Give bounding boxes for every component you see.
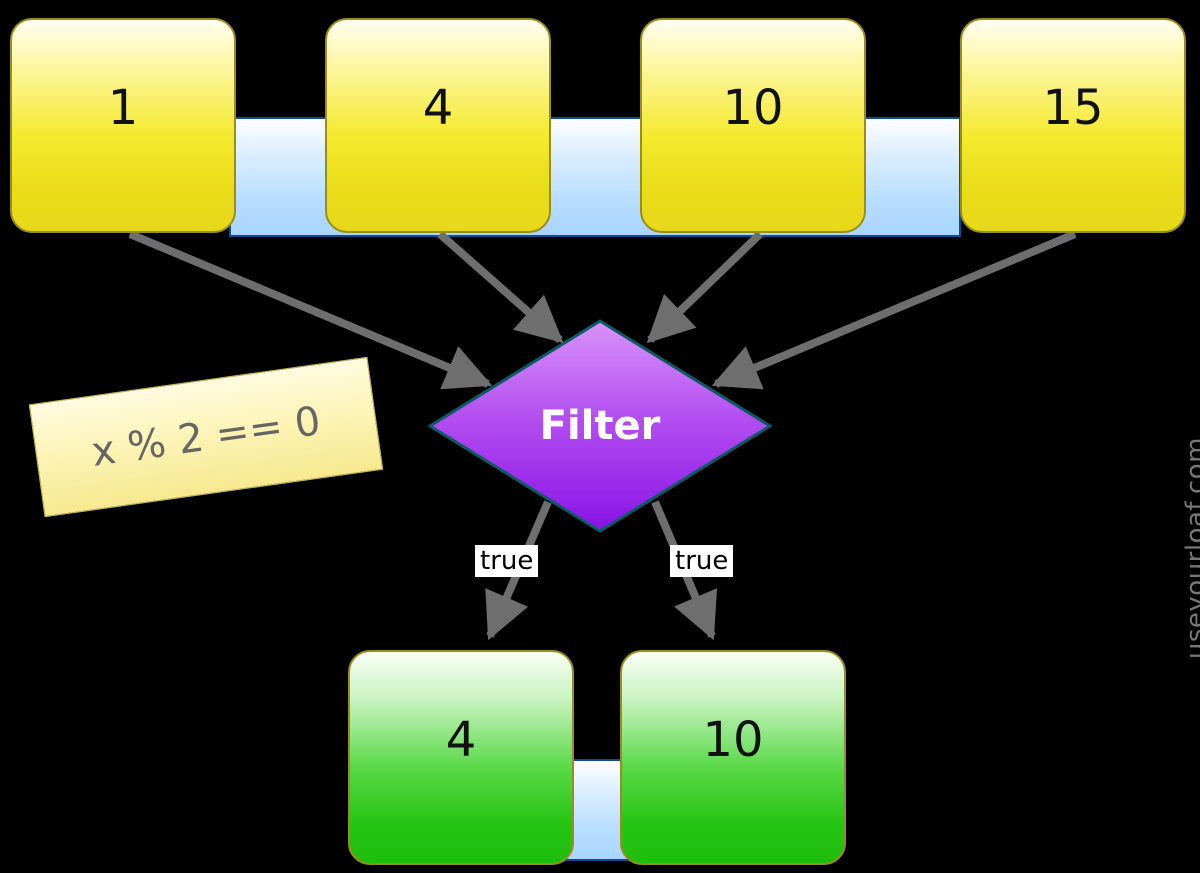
output-value: 4 (446, 712, 477, 768)
filter-node (430, 321, 770, 531)
input-value: 10 (722, 80, 783, 136)
output-value: 10 (702, 712, 763, 768)
arrow-in-4 (716, 234, 1075, 384)
input-value: 15 (1042, 80, 1103, 136)
input-box-4: 15 (960, 18, 1186, 233)
diagram-stage: 1 4 10 15 4 10 Filter x % 2 == 0 true tr… (0, 0, 1200, 873)
arrow-in-1 (130, 234, 488, 384)
edge-label-true-2: true (670, 545, 733, 577)
input-box-2: 4 (325, 18, 551, 233)
output-box-1: 4 (348, 650, 574, 865)
input-value: 4 (423, 80, 454, 136)
edge-label-true-1: true (475, 545, 538, 577)
watermark-text: useyourloaf.com (1181, 437, 1200, 659)
input-box-3: 10 (640, 18, 866, 233)
input-box-1: 1 (10, 18, 236, 233)
output-box-2: 10 (620, 650, 846, 865)
arrow-in-2 (440, 234, 560, 340)
input-value: 1 (108, 80, 139, 136)
arrow-in-3 (650, 234, 760, 340)
predicate-text: x % 2 == 0 (89, 398, 324, 476)
